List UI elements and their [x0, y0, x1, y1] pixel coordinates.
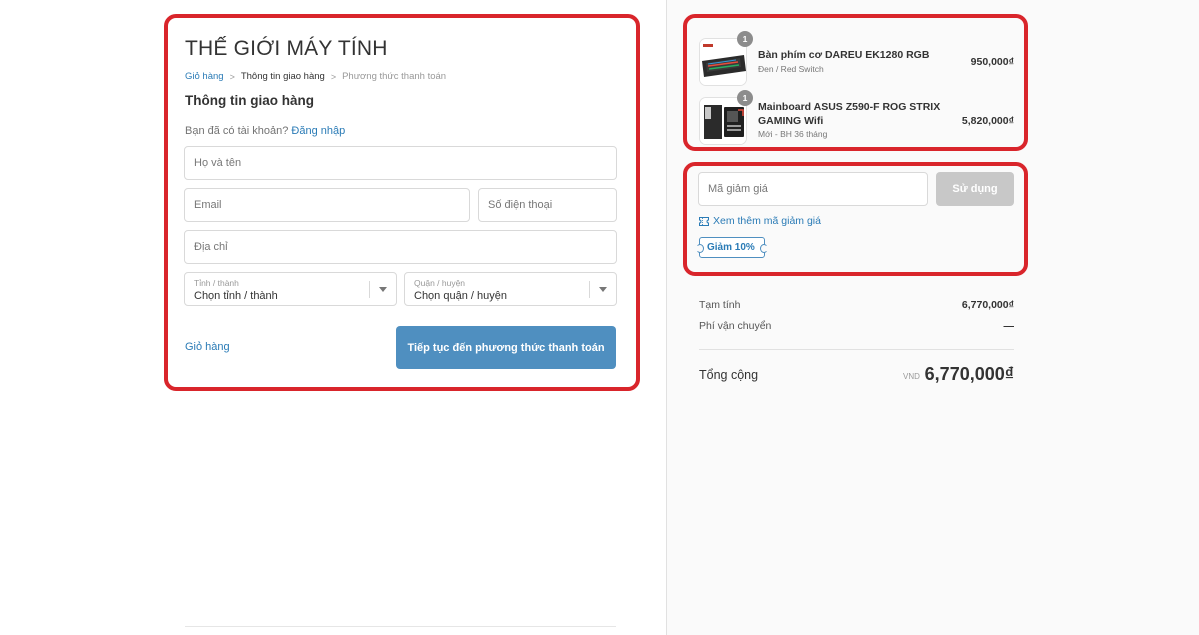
breadcrumb: Giỏ hàng > Thông tin giao hàng > Phương … — [185, 71, 446, 82]
breadcrumb-payment: Phương thức thanh toán — [342, 71, 447, 82]
subtotal-value: 6,770,000₫ — [961, 299, 1014, 311]
phone-field[interactable] — [478, 188, 617, 222]
subtotal-label: Tạm tính — [699, 299, 741, 311]
ticket-icon — [699, 216, 709, 226]
product-price: 5,820,000₫ — [961, 115, 1014, 127]
district-label: Quận / huyện — [414, 278, 466, 288]
caret-down-icon[interactable] — [599, 287, 607, 292]
have-account-text: Bạn đã có tài khoản? — [185, 125, 289, 137]
province-select[interactable]: Tỉnh / thành Chọn tỉnh / thành — [184, 272, 397, 306]
shipping-fee-value: — — [1003, 320, 1015, 332]
district-select[interactable]: Quận / huyện Chọn quận / huyện — [404, 272, 617, 306]
store-title: THẾ GIỚI MÁY TÍNH — [185, 37, 388, 60]
cart-item: 1 Mainboard ASUS Z590-F ROG STRIX GAMING… — [699, 90, 1014, 147]
checkout-main — [0, 0, 666, 635]
select-divider — [369, 281, 370, 298]
total-label: Tổng cộng — [699, 368, 759, 382]
select-divider — [589, 281, 590, 298]
quantity-badge: 1 — [737, 31, 753, 47]
discount-code-field[interactable] — [698, 172, 928, 206]
login-link[interactable]: Đăng nhập — [291, 125, 345, 137]
subtotal-row: Tạm tính 6,770,000₫ — [699, 299, 1014, 311]
quantity-badge: 1 — [737, 90, 753, 106]
summary-divider — [699, 349, 1014, 350]
chevron-right-icon: > — [229, 71, 235, 82]
back-to-cart-link[interactable]: Giỏ hàng — [185, 341, 230, 353]
cart-item: 1 Bàn phím cơ DAREU EK1280 RGB Đen / Red… — [699, 31, 1014, 88]
breadcrumb-cart[interactable]: Giỏ hàng — [185, 71, 224, 82]
product-name: Bàn phím cơ DAREU EK1280 RGB — [758, 49, 930, 61]
address-field[interactable] — [184, 230, 617, 264]
mainboard-image-icon — [700, 98, 746, 144]
discount-code-input[interactable] — [699, 173, 927, 205]
province-value: Chọn tỉnh / thành — [194, 290, 278, 302]
more-discount-codes-text: Xem thêm mã giảm giá — [713, 215, 821, 227]
keyboard-image-icon — [700, 39, 746, 85]
product-variant: Mới - BH 36 tháng — [758, 129, 828, 139]
product-price: 950,000₫ — [970, 56, 1014, 68]
product-variant: Đen / Red Switch — [758, 64, 824, 74]
footer-divider — [185, 626, 616, 627]
coupon-chip[interactable]: Giảm 10% — [696, 237, 768, 258]
breadcrumb-shipping: Thông tin giao hàng — [240, 71, 325, 82]
total-currency: VND — [903, 372, 920, 381]
apply-discount-button[interactable]: Sử dụng — [936, 172, 1014, 206]
chevron-right-icon: > — [330, 71, 337, 82]
phone-input[interactable] — [479, 189, 616, 221]
full-name-field[interactable] — [184, 146, 617, 180]
section-title: Thông tin giao hàng — [185, 93, 314, 108]
email-input[interactable] — [185, 189, 469, 221]
address-input[interactable] — [185, 231, 616, 263]
more-discount-codes-link[interactable]: Xem thêm mã giảm giá — [699, 215, 821, 227]
continue-to-payment-button[interactable]: Tiếp tục đến phương thức thanh toán — [396, 326, 616, 369]
province-label: Tỉnh / thành — [194, 278, 239, 288]
login-prompt: Bạn đã có tài khoản? Đăng nhập — [185, 125, 345, 137]
email-field[interactable] — [184, 188, 470, 222]
product-name: Mainboard ASUS Z590-F ROG STRIX GAMING W… — [758, 101, 941, 127]
shipping-fee-label: Phí vận chuyển — [699, 320, 772, 332]
full-name-input[interactable] — [185, 147, 616, 179]
total-value: 6,770,000₫ — [924, 364, 1014, 384]
caret-down-icon[interactable] — [379, 287, 387, 292]
district-value: Chọn quận / huyện — [414, 290, 507, 302]
shipping-fee-row: Phí vận chuyển — — [699, 320, 1014, 332]
